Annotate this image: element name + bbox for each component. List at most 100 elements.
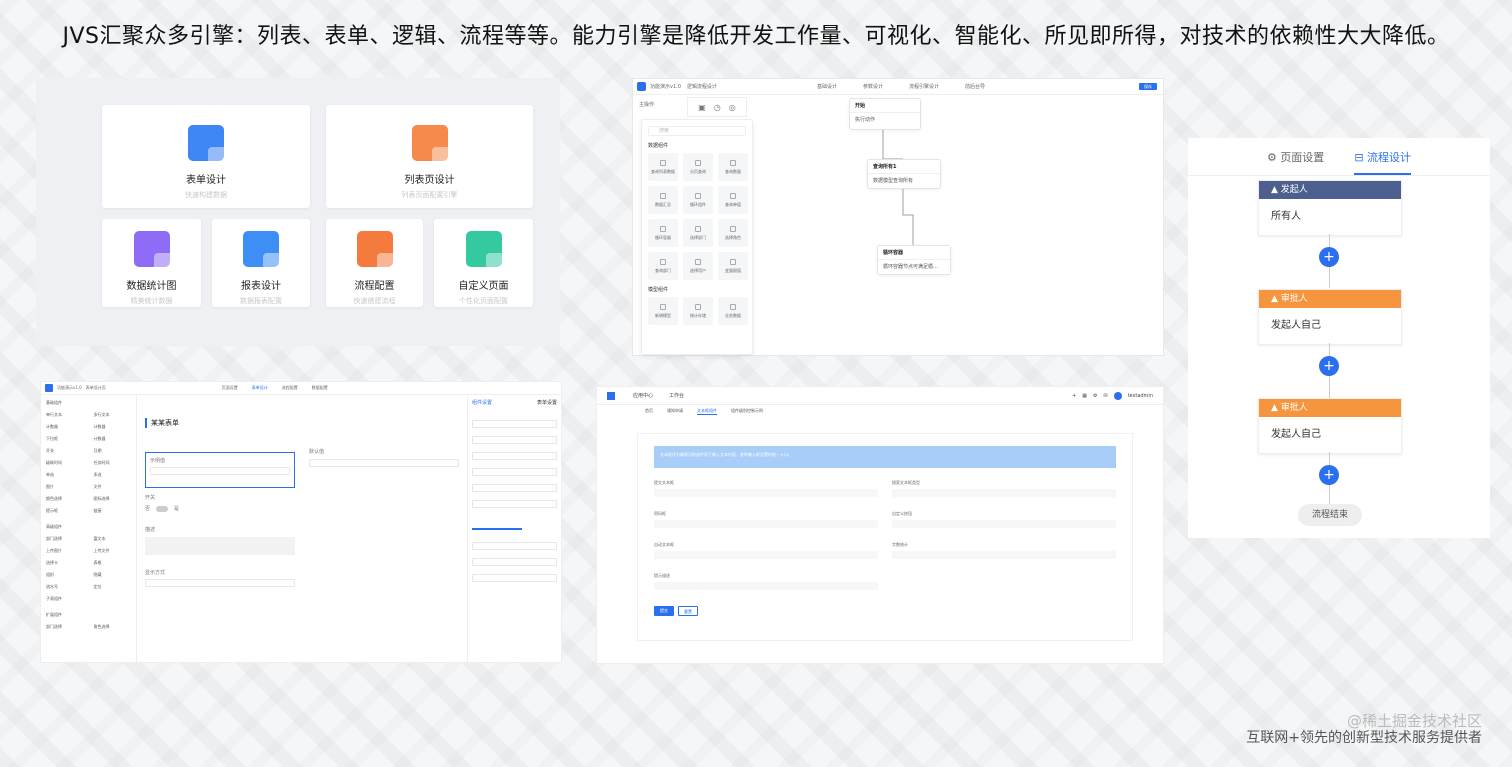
setting-field[interactable]	[472, 558, 557, 566]
setting-field[interactable]	[472, 436, 557, 444]
tab-page-settings[interactable]: ⚙ 页面设置	[1267, 149, 1324, 165]
engine-subtitle: 列表页面配置引擎	[401, 191, 458, 199]
setting-field[interactable]	[472, 574, 557, 582]
component-row[interactable]: 流水号 定位	[46, 584, 131, 590]
tab-home[interactable]: 首页	[645, 408, 653, 414]
slider-track[interactable]	[472, 528, 522, 530]
demo-input[interactable]	[654, 582, 878, 590]
engine-subtitle: 个性化页面配置	[459, 297, 508, 305]
textarea-field[interactable]	[145, 537, 295, 555]
engine-card-process[interactable]: 流程配置 快速搭建流程	[326, 219, 423, 307]
reset-button[interactable]: 重置	[678, 606, 698, 616]
user-icon: ▲	[1271, 185, 1281, 195]
tab-process-design[interactable]: ⊟ 流程设计	[1354, 149, 1412, 175]
component-row[interactable]: 选择卡 表格	[46, 560, 131, 566]
demo-input[interactable]	[654, 520, 878, 528]
plus-icon[interactable]: +	[1072, 393, 1076, 399]
demo-input[interactable]	[654, 489, 878, 497]
add-node-button[interactable]: +	[1319, 356, 1339, 376]
flow-node-query[interactable]: 查询所有1 数据模型查询所有	[867, 159, 941, 189]
form-settings-panel: 组件设置 表单设置	[467, 395, 561, 662]
setting-field[interactable]	[472, 452, 557, 460]
component-row[interactable]: 部门选择 富文本	[46, 536, 131, 542]
process-card-body: 发起人自己	[1271, 429, 1321, 440]
toggle-switch[interactable]	[156, 505, 169, 512]
info-alert: 文本框作为最常见的组件用于输入文本内容，各种输入框设置的统一入口。	[654, 446, 1116, 468]
field-label: 显示方式	[145, 570, 166, 576]
tab-notice[interactable]: 通知申请	[667, 408, 683, 414]
form-design-icon	[188, 125, 230, 165]
toggle-off-label: 否	[145, 506, 151, 512]
process-card-initiator[interactable]: ▲ 发起人 所有人	[1258, 180, 1402, 236]
form-title: 某某表单	[145, 418, 467, 428]
gear-icon: ⚙	[1266, 150, 1281, 164]
flow-node-loop[interactable]: 循环容器 循环容器节点可满足循...	[877, 245, 951, 275]
engine-subtitle: 数据报表配置	[240, 297, 282, 305]
setting-field[interactable]	[472, 484, 557, 492]
form-tab-2[interactable]: 流程配置	[282, 385, 298, 391]
form-tab-3[interactable]: 数据配置	[312, 385, 328, 391]
form-tab-0[interactable]: 页面设置	[222, 385, 238, 391]
topbar-tools: + ▦ ⚙ ✉ testadmin	[1072, 391, 1153, 400]
app-center-panel: 应用中心 工作台 + ▦ ⚙ ✉ testadmin 首页 通知申请 文本框组件…	[596, 386, 1164, 664]
demo-input[interactable]	[892, 489, 1116, 497]
component-row[interactable]: 单行文本 多行文本	[46, 412, 131, 418]
engine-card-chart[interactable]: 数据统计图 精美统计数据	[102, 219, 201, 307]
component-row[interactable]: 组织 隐藏	[46, 572, 131, 578]
engine-grid-panel: 表单设计 快速构建数据 列表页设计 列表页面配置引擎 数据统计图 精美统计数据 …	[36, 78, 560, 346]
setting-field[interactable]	[472, 500, 557, 508]
demo-input[interactable]	[654, 551, 878, 559]
flow-node-start[interactable]: 开始 执行动作	[849, 98, 921, 130]
form-designer-panel: 功能演示v1.0 表单设计页 页面设置 表单设计 流程配置 数据配置 基础组件 …	[40, 381, 562, 663]
settings-icon[interactable]: ⚙	[1093, 393, 1097, 399]
form-crumb: 表单设计页	[85, 385, 106, 390]
avatar[interactable]	[1113, 391, 1122, 400]
setting-field[interactable]	[472, 468, 557, 476]
engine-card-report[interactable]: 报表设计 数据报表配置	[212, 219, 310, 307]
engine-card-list[interactable]: 列表页设计 列表页面配置引擎	[326, 105, 533, 208]
demo-input[interactable]	[892, 520, 1116, 528]
flow-node-body: 数据模型查询所有	[868, 173, 940, 187]
component-row[interactable]: 部门选择 角色选择	[46, 624, 131, 630]
component-row[interactable]: 计数器 计数器	[46, 424, 131, 430]
form-tab-1[interactable]: 表单设计	[252, 385, 268, 391]
demo-input[interactable]	[892, 551, 1116, 559]
select-field[interactable]	[145, 579, 295, 587]
process-card-header: ▲ 审批人	[1259, 290, 1401, 308]
process-card-approver-2[interactable]: ▲ 审批人 发起人自己	[1258, 398, 1402, 454]
component-row[interactable]: 开关 日期	[46, 448, 131, 454]
field-input[interactable]	[150, 467, 290, 475]
message-icon[interactable]: ✉	[1104, 393, 1108, 399]
component-row[interactable]: 子表组件	[46, 596, 131, 602]
grid-icon[interactable]: ▦	[1082, 393, 1087, 399]
setting-field[interactable]	[472, 542, 557, 550]
setting-field[interactable]	[472, 420, 557, 428]
demo-field: 字数统计	[892, 542, 1116, 567]
engine-title: 流程配置	[354, 281, 395, 292]
menu-app-center[interactable]: 应用中心	[633, 392, 653, 399]
demo-field: 自定义按钮	[892, 511, 1116, 536]
demo-field: 密码框	[654, 511, 878, 536]
selected-field[interactable]: 示例值	[145, 452, 295, 488]
submit-button[interactable]: 提交	[654, 606, 674, 616]
engine-card-custom[interactable]: 自定义页面 个性化页面配置	[434, 219, 533, 307]
tab-control[interactable]: 组件级别控制示例	[731, 408, 763, 414]
engine-card-form[interactable]: 表单设计 快速构建数据	[102, 105, 310, 208]
component-row[interactable]: 提示框 链接	[46, 508, 131, 514]
process-card-approver-1[interactable]: ▲ 审批人 发起人自己	[1258, 289, 1402, 345]
component-row[interactable]: 上传图片 上传文件	[46, 548, 131, 554]
menu-workbench[interactable]: 工作台	[669, 392, 684, 399]
component-row[interactable]: 图片 文件	[46, 484, 131, 490]
tab-component-settings[interactable]: 组件设置	[472, 399, 492, 406]
add-node-button[interactable]: +	[1319, 465, 1339, 485]
component-row[interactable]: 颜色选择 图标选择	[46, 496, 131, 502]
tab-textbox[interactable]: 文本框组件	[697, 408, 717, 415]
user-name[interactable]: testadmin	[1128, 393, 1153, 399]
component-row[interactable]: 级联时间 任务时间	[46, 460, 131, 466]
default-input[interactable]	[309, 459, 459, 467]
tab-form-settings[interactable]: 表单设置	[537, 399, 557, 406]
component-row[interactable]: 单选 多选	[46, 472, 131, 478]
settings-tabs: 组件设置 表单设置	[472, 399, 557, 406]
component-row[interactable]: 下拉框 计数器	[46, 436, 131, 442]
add-node-button[interactable]: +	[1319, 247, 1339, 267]
